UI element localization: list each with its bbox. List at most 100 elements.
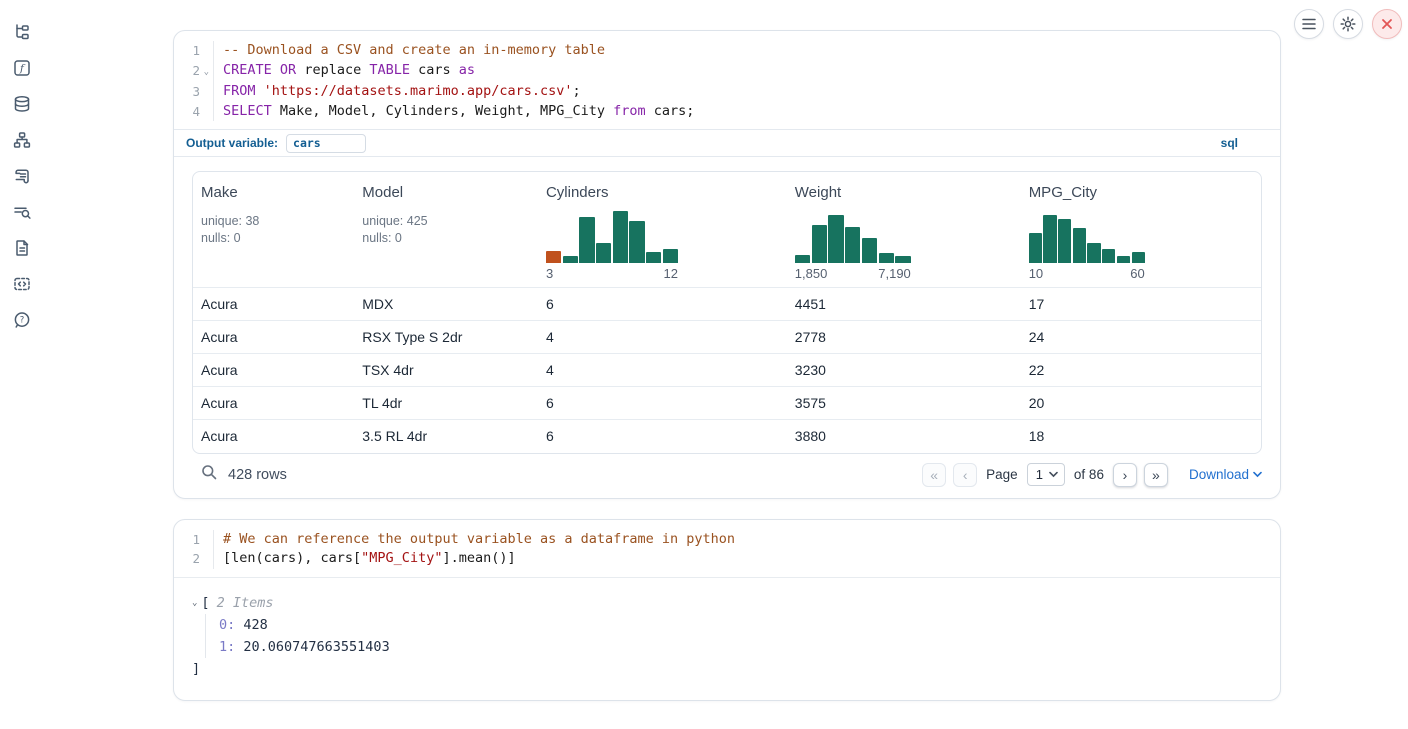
histogram-bar[interactable] <box>646 252 661 263</box>
histogram-bar[interactable] <box>1029 233 1042 263</box>
gear-icon <box>1340 16 1356 32</box>
histogram-bar[interactable] <box>1102 249 1115 263</box>
fold-chevron-icon[interactable]: ⌄ <box>200 63 209 83</box>
list-search-icon[interactable] <box>12 202 32 222</box>
sql-code-editor[interactable]: 1-- Download a CSV and create an in-memo… <box>174 31 1280 129</box>
code-line[interactable]: 2⌄CREATE OR replace TABLE cars as <box>174 61 1280 83</box>
python-code-editor[interactable]: 1# We can reference the output variable … <box>174 520 1280 577</box>
histogram-bar[interactable] <box>596 243 611 263</box>
histogram-bar[interactable] <box>895 256 910 263</box>
column-header[interactable]: Modelunique: 425nulls: 0 <box>354 172 538 288</box>
table-cell: 17 <box>1021 288 1261 321</box>
tree-item-value: 428 <box>235 617 268 633</box>
column-header[interactable]: Makeunique: 38nulls: 0 <box>193 172 354 288</box>
table-row[interactable]: Acura3.5 RL 4dr6388018 <box>193 420 1261 453</box>
table-cell: 18 <box>1021 420 1261 453</box>
menu-button[interactable] <box>1294 9 1324 39</box>
code-line[interactable]: 4SELECT Make, Model, Cylinders, Weight, … <box>174 102 1280 122</box>
tree-item-key: 0: <box>219 617 235 633</box>
histogram-bar[interactable] <box>613 211 628 263</box>
column-name: Model <box>362 184 530 201</box>
database-icon[interactable] <box>12 94 32 114</box>
page-label: Page <box>986 467 1018 482</box>
document-icon[interactable] <box>12 238 32 258</box>
svg-text:?: ? <box>20 316 25 326</box>
histogram-bar[interactable] <box>845 227 860 263</box>
code-line[interactable]: 2[len(cars), cars["MPG_City"].mean()] <box>174 549 1280 569</box>
output-variable-input[interactable] <box>286 134 366 153</box>
histogram-bar[interactable] <box>1043 215 1056 263</box>
next-page-button[interactable]: › <box>1113 463 1137 487</box>
output-variable-row: Output variable: sql <box>174 129 1280 157</box>
page-select-value: 1 <box>1036 467 1043 482</box>
settings-button[interactable] <box>1333 9 1363 39</box>
column-header[interactable]: MPG_City1060 <box>1021 172 1261 288</box>
column-header[interactable]: Cylinders312 <box>538 172 787 288</box>
shutdown-button[interactable] <box>1372 9 1402 39</box>
histogram-axis-labels: 1060 <box>1029 266 1145 281</box>
table-cell: 3575 <box>787 387 1021 420</box>
column-header[interactable]: Weight1,8507,190 <box>787 172 1021 288</box>
histogram-bar[interactable] <box>1073 228 1086 263</box>
data-table: Makeunique: 38nulls: 0Modelunique: 425nu… <box>192 171 1262 454</box>
scroll-icon[interactable] <box>12 166 32 186</box>
table-row[interactable]: AcuraTSX 4dr4323022 <box>193 354 1261 387</box>
table-cell: 3230 <box>787 354 1021 387</box>
code-line[interactable]: 3FROM 'https://datasets.marimo.app/cars.… <box>174 82 1280 102</box>
tree-item: 1: 20.060747663551403 <box>219 636 1260 658</box>
histogram-axis-labels: 1,8507,190 <box>795 266 911 281</box>
histogram-bar[interactable] <box>879 253 894 263</box>
help-icon[interactable]: ? <box>12 310 32 330</box>
chevron-down-icon <box>1049 471 1058 478</box>
file-tree-icon[interactable] <box>12 22 32 42</box>
histogram-bar[interactable] <box>812 225 827 263</box>
open-bracket: [ <box>201 592 209 614</box>
column-histogram[interactable]: 1060 <box>1029 209 1145 281</box>
histogram-bar[interactable] <box>795 255 810 263</box>
page-select[interactable]: 1 <box>1027 463 1065 486</box>
table-row[interactable]: AcuraTL 4dr6357520 <box>193 387 1261 420</box>
table-row[interactable]: AcuraMDX6445117 <box>193 288 1261 321</box>
line-number: 1 <box>174 41 214 61</box>
previous-page-button[interactable]: ‹ <box>953 463 977 487</box>
collapse-chevron-icon[interactable]: ⌄ <box>192 592 197 614</box>
code-text: FROM 'https://datasets.marimo.app/cars.c… <box>214 82 581 102</box>
download-label: Download <box>1189 467 1249 482</box>
table-cell: TL 4dr <box>354 387 538 420</box>
histogram-bar[interactable] <box>1117 256 1130 263</box>
notebook-area: 1-- Download a CSV and create an in-memo… <box>173 30 1281 701</box>
histogram-bar[interactable] <box>629 221 644 263</box>
table-cell: TSX 4dr <box>354 354 538 387</box>
code-text: [len(cars), cars["MPG_City"].mean()] <box>214 549 516 569</box>
function-icon[interactable]: f <box>12 58 32 78</box>
last-page-button[interactable]: » <box>1144 463 1168 487</box>
first-page-button[interactable]: « <box>922 463 946 487</box>
page-total: of 86 <box>1074 467 1104 482</box>
column-histogram[interactable]: 1,8507,190 <box>795 209 911 281</box>
histogram-bar[interactable] <box>862 238 877 263</box>
histogram-bar[interactable] <box>828 215 843 263</box>
histogram-bar[interactable] <box>1132 252 1145 263</box>
code-text: SELECT Make, Model, Cylinders, Weight, M… <box>214 102 694 122</box>
dependency-graph-icon[interactable] <box>12 130 32 150</box>
download-button[interactable]: Download <box>1189 467 1262 482</box>
items-count-label: 2 Items <box>217 592 274 614</box>
histogram-bar[interactable] <box>1087 243 1100 263</box>
column-histogram[interactable]: 312 <box>546 209 678 281</box>
histogram-bar[interactable] <box>546 251 561 263</box>
tree-item-key: 1: <box>219 639 235 655</box>
histogram-bar[interactable] <box>563 256 578 263</box>
table-cell: 6 <box>538 387 787 420</box>
left-sidebar: f ? <box>0 22 44 330</box>
histogram-bar[interactable] <box>579 217 594 263</box>
search-icon[interactable] <box>200 463 218 486</box>
code-snippet-icon[interactable] <box>12 274 32 294</box>
histogram-bar[interactable] <box>1058 219 1071 263</box>
code-line[interactable]: 1# We can reference the output variable … <box>174 530 1280 550</box>
table-cell: 3880 <box>787 420 1021 453</box>
line-number: 2 <box>174 549 214 569</box>
histogram-bar[interactable] <box>663 249 678 263</box>
code-line[interactable]: 1-- Download a CSV and create an in-memo… <box>174 41 1280 61</box>
table-row[interactable]: AcuraRSX Type S 2dr4277824 <box>193 321 1261 354</box>
table-cell: 24 <box>1021 321 1261 354</box>
